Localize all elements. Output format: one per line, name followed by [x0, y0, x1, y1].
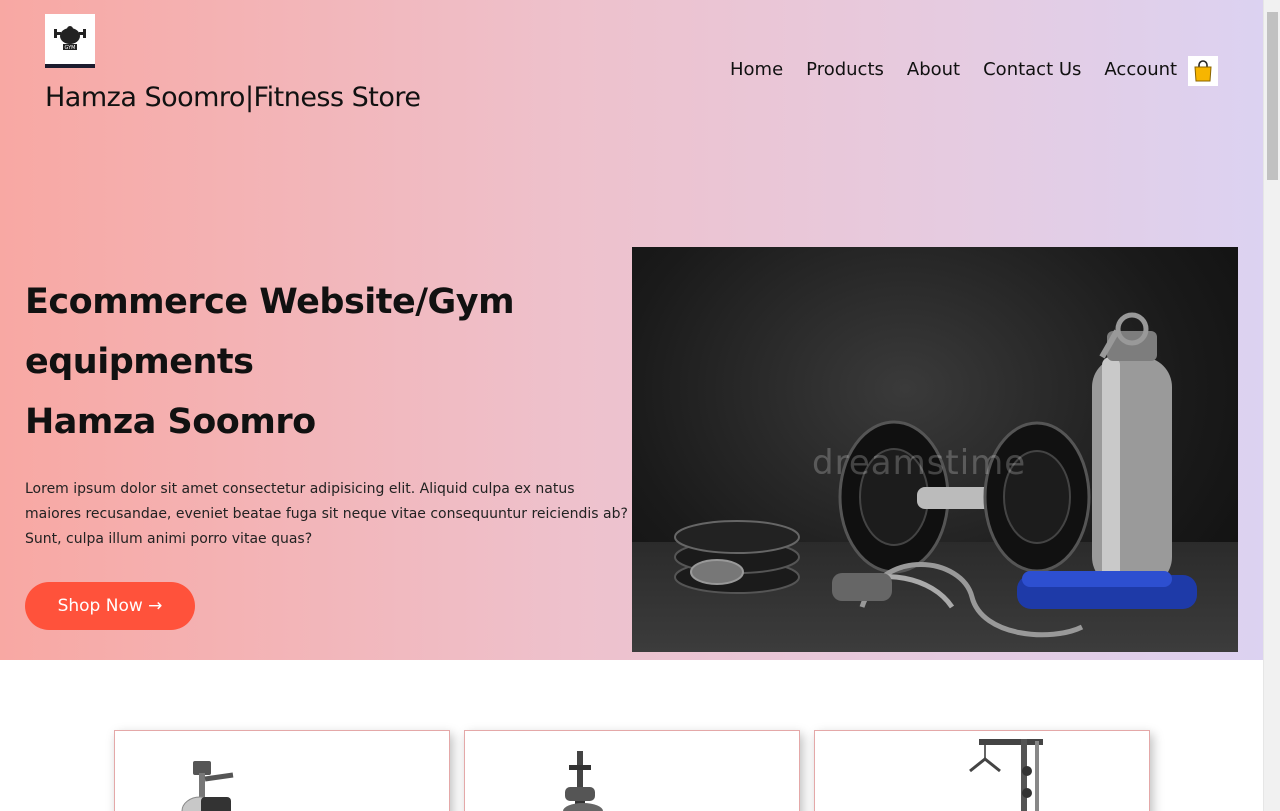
nav-home[interactable]: Home [730, 58, 783, 82]
main-nav: Home Products About Contact Us Account [730, 58, 1200, 82]
featured-products [0, 660, 1263, 811]
nav-about[interactable]: About [907, 58, 960, 82]
shopping-bag-icon [1194, 60, 1212, 82]
product-card[interactable] [114, 730, 450, 811]
scrollbar-thumb[interactable] [1267, 12, 1278, 180]
hero-section: GYM Hamza Soomro|Fitness Store Home Prod… [0, 0, 1263, 660]
hero-headline-line-3: Hamza Soomro [25, 402, 316, 442]
nav-contact-us[interactable]: Contact Us [983, 58, 1081, 82]
nav-products[interactable]: Products [806, 58, 884, 82]
svg-text:GYM: GYM [65, 45, 76, 51]
logo[interactable]: GYM [45, 14, 95, 68]
hero-headline-line-2: equipments [25, 342, 254, 382]
hero-headline-line-1: Ecommerce Website/Gym [25, 282, 515, 322]
vertical-scrollbar[interactable] [1263, 0, 1280, 811]
nav-account[interactable]: Account [1104, 58, 1177, 82]
product-card[interactable] [464, 730, 800, 811]
exercise-bike-icon [181, 761, 234, 811]
brand-title: Hamza Soomro|Fitness Store [45, 82, 421, 113]
shop-now-button[interactable]: Shop Now → [25, 582, 195, 630]
cart-button[interactable] [1188, 56, 1218, 86]
page: GYM Hamza Soomro|Fitness Store Home Prod… [0, 0, 1263, 811]
cable-machine-icon [969, 739, 1043, 811]
weight-bench-icon [563, 751, 603, 811]
gym-logo-icon: GYM [54, 26, 86, 51]
hero-description: Lorem ipsum dolor sit amet consectetur a… [25, 481, 628, 547]
hero-image: dreamstime [632, 247, 1238, 652]
product-card[interactable] [814, 730, 1150, 811]
image-watermark: dreamstime [812, 443, 1027, 483]
hero-headline: Ecommerce Website/Gym equipments Hamza S… [25, 272, 545, 452]
